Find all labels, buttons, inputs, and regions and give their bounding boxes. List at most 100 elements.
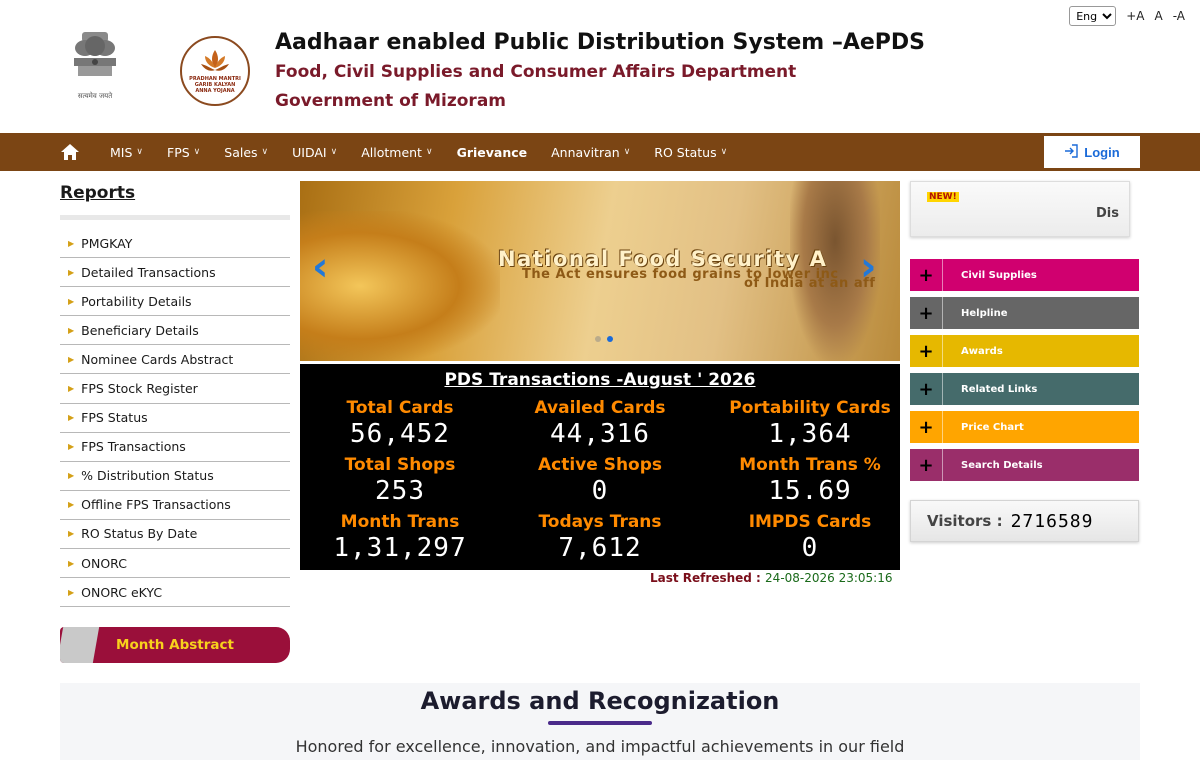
nav-item-uidai[interactable]: UIDAI ∨: [292, 145, 337, 160]
chevron-down-icon: ∨: [136, 147, 143, 157]
report-link-nominee-cards-abstract[interactable]: ▶ Nominee Cards Abstract: [60, 345, 290, 375]
nav-item-allotment[interactable]: Allotment ∨: [361, 145, 432, 160]
stat-month-trans-percent: Month Trans % 15.69: [710, 454, 910, 506]
stat-label: Total Shops: [344, 455, 456, 475]
quick-link-search-details[interactable]: + Search Details: [910, 449, 1139, 481]
report-link-pmgkay[interactable]: ▶ PMGKAY: [60, 229, 290, 259]
stat-value: 7,612: [558, 533, 642, 563]
quick-link-price-chart[interactable]: + Price Chart: [910, 411, 1139, 443]
stat-label: Active Shops: [537, 455, 663, 475]
report-link-label: Nominee Cards Abstract: [81, 351, 234, 367]
quick-link-awards[interactable]: + Awards: [910, 335, 1139, 367]
carousel-indicators: [595, 336, 613, 342]
report-link-onorc-ekyc[interactable]: ▶ ONORC eKYC: [60, 578, 290, 608]
report-link-beneficiary-details[interactable]: ▶ Beneficiary Details: [60, 316, 290, 346]
font-increase-button[interactable]: +A: [1126, 9, 1144, 23]
report-link-fps-transactions[interactable]: ▶ FPS Transactions: [60, 433, 290, 462]
font-decrease-button[interactable]: -A: [1173, 9, 1185, 23]
chevron-down-icon: ∨: [720, 147, 728, 157]
caret-right-icon: ▶: [68, 413, 75, 423]
awards-subtitle: Honored for excellence, innovation, and …: [295, 737, 905, 756]
stat-total-shops: Total Shops 253: [300, 454, 500, 506]
stat-value: 0: [801, 533, 819, 563]
visitors-label: Visitors :: [927, 512, 1003, 530]
stat-value: 1,31,297: [333, 533, 467, 563]
chevron-down-icon: ∨: [425, 147, 433, 157]
last-refreshed-label: Last Refreshed :: [650, 571, 761, 585]
quick-link-civil-supplies[interactable]: + Civil Supplies: [910, 259, 1139, 291]
pmgkay-logo-line3: ANNA YOJANA: [195, 88, 235, 94]
quick-links: + Civil Supplies + Helpline + Awards + R…: [910, 259, 1139, 487]
slide-subtitle-2: of India at an aff: [744, 276, 876, 291]
government-name: Government of Mizoram: [275, 91, 507, 111]
pmgkay-logo: PRADHAN MANTRI GARIB KALYAN ANNA YOJANA: [180, 36, 250, 106]
nav-item-label: MIS: [110, 144, 133, 160]
quick-link-related-links[interactable]: + Related Links: [910, 373, 1139, 405]
language-select[interactable]: Eng: [1069, 6, 1117, 26]
awards-title-underline: [548, 721, 652, 725]
stat-label: Month Trans %: [739, 455, 881, 475]
awards-section: Awards and Recognization Honored for exc…: [60, 683, 1140, 760]
month-abstract-label: Month Abstract: [116, 637, 234, 653]
caret-right-icon: ▶: [68, 500, 75, 510]
report-link-label: Offline FPS Transactions: [81, 497, 231, 513]
report-link-portability-details[interactable]: ▶ Portability Details: [60, 287, 290, 317]
month-abstract-button[interactable]: Month Abstract: [60, 627, 290, 663]
stat-label: Todays Trans: [538, 512, 662, 532]
accessibility-bar: Eng +A A -A: [1069, 6, 1185, 26]
nav-item-label: Sales: [224, 144, 258, 160]
nav-item-label: Annavitran: [551, 144, 620, 160]
nav-item-label: Allotment: [361, 144, 422, 160]
carousel-next-arrow-icon[interactable]: ›: [860, 247, 876, 287]
carousel-prev-arrow-icon[interactable]: ‹: [312, 247, 328, 287]
image-carousel: National Food Security A The Act ensures…: [300, 181, 900, 361]
caret-right-icon: ▶: [68, 442, 75, 452]
plus-icon: +: [910, 259, 943, 291]
caret-right-icon: ▶: [68, 267, 75, 277]
report-link-detailed-transactions[interactable]: ▶ Detailed Transactions: [60, 258, 290, 288]
nav-item-label: RO Status: [654, 144, 717, 160]
report-link-ro-status-by-date[interactable]: ▶ RO Status By Date: [60, 520, 290, 550]
nav-item-ro-status[interactable]: RO Status ∨: [654, 145, 727, 160]
last-refreshed-time: 24-08-2026 23:05:16: [765, 571, 893, 585]
caret-right-icon: ▶: [68, 354, 75, 364]
nav-item-mis[interactable]: MIS ∨: [110, 145, 143, 160]
news-ticker[interactable]: NEW! Dis: [910, 181, 1130, 237]
chevron-down-icon: ∨: [330, 147, 338, 157]
home-icon[interactable]: [60, 142, 82, 162]
quick-link-label: Helpline: [961, 307, 1008, 319]
stat-label: Portability Cards: [729, 398, 891, 418]
chevron-down-icon: ∨: [623, 147, 631, 157]
font-normal-button[interactable]: A: [1155, 9, 1163, 23]
plus-icon: +: [910, 449, 943, 481]
news-ticker-text[interactable]: Dis: [1096, 206, 1119, 221]
caret-right-icon: ▶: [68, 529, 75, 539]
report-link-label: PMGKAY: [81, 235, 133, 251]
login-icon: [1064, 143, 1078, 161]
report-link-fps-status[interactable]: ▶ FPS Status: [60, 404, 290, 433]
report-link-distribution-status[interactable]: ▶ % Distribution Status: [60, 462, 290, 491]
report-link-label: % Distribution Status: [81, 468, 214, 484]
login-button[interactable]: Login: [1044, 136, 1140, 168]
quick-link-label: Search Details: [961, 459, 1043, 471]
nav-item-label: UIDAI: [292, 144, 327, 160]
report-link-onorc[interactable]: ▶ ONORC: [60, 549, 290, 579]
caret-right-icon: ▶: [68, 238, 75, 248]
visitors-count: 2716589: [1010, 510, 1094, 532]
quick-link-helpline[interactable]: + Helpline: [910, 297, 1139, 329]
nav-item-annavitran[interactable]: Annavitran ∨: [551, 145, 630, 160]
stat-label: Month Trans: [340, 512, 460, 532]
stat-value: 56,452: [350, 419, 450, 449]
nav-item-fps[interactable]: FPS ∨: [167, 145, 200, 160]
visitor-counter: Visitors : 2716589: [910, 500, 1139, 542]
carousel-dot-active[interactable]: [607, 336, 613, 342]
nav-item-grievance[interactable]: Grievance: [457, 145, 528, 160]
carousel-dot[interactable]: [595, 336, 601, 342]
report-link-fps-stock-register[interactable]: ▶ FPS Stock Register: [60, 374, 290, 404]
stat-label: IMPDS Cards: [748, 512, 872, 532]
nav-item-sales[interactable]: Sales ∨: [224, 145, 268, 160]
pds-transactions-title: PDS Transactions -August ' 2026: [444, 370, 756, 390]
svg-text:सत्यमेव जयते: सत्यमेव जयते: [78, 91, 113, 100]
report-link-offline-fps-transactions[interactable]: ▶ Offline FPS Transactions: [60, 491, 290, 520]
stat-label: Availed Cards: [534, 398, 666, 418]
